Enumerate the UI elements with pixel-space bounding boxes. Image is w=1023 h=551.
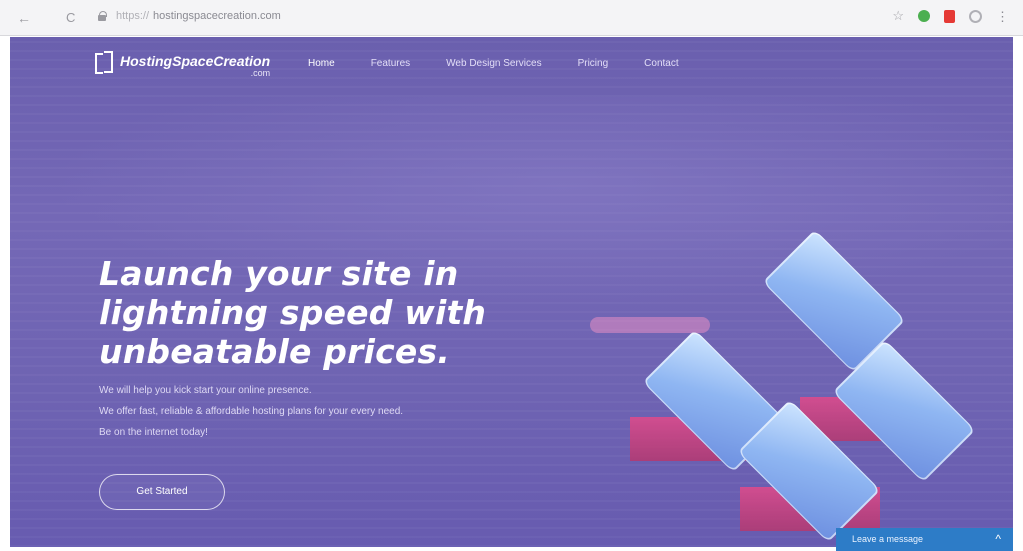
site-nav: Home Features Web Design Services Pricin… — [308, 58, 715, 69]
nav-pricing[interactable]: Pricing — [578, 58, 609, 69]
extension-icon[interactable] — [918, 10, 930, 22]
hero-subtext: We will help you kick start your online … — [99, 380, 403, 443]
browser-toolbar: ← C https://hostingspacecreation.com ☆ ⋮ — [0, 0, 1023, 36]
logo-text: HostingSpaceCreation .com — [120, 53, 271, 78]
back-arrow-icon[interactable]: ← — [17, 9, 31, 27]
get-started-button[interactable]: Get Started — [99, 474, 225, 510]
logo-domain: .com — [250, 68, 271, 78]
nav-contact[interactable]: Contact — [644, 58, 678, 69]
subtext-line: We offer fast, reliable & affordable hos… — [99, 406, 404, 417]
url-scheme: https:// — [116, 10, 150, 22]
extension-icon[interactable] — [944, 9, 955, 23]
logo-name: HostingSpaceCreation — [120, 53, 271, 69]
lock-icon — [98, 11, 107, 21]
url-host: hostingspacecreation.com — [153, 10, 281, 22]
chat-label: Leave a message — [852, 534, 924, 544]
server-illustration — [570, 217, 1010, 547]
headline-line: Launch your site in — [99, 254, 459, 293]
star-icon[interactable]: ☆ — [892, 8, 904, 24]
nav-web-design-services[interactable]: Web Design Services — [446, 58, 541, 69]
headline-line: unbeatable prices. — [99, 332, 451, 371]
site-logo[interactable]: HostingSpaceCreation .com — [95, 51, 271, 78]
address-bar[interactable]: https://hostingspacecreation.com — [116, 10, 281, 22]
menu-icon[interactable]: ⋮ — [996, 10, 1009, 23]
nav-features[interactable]: Features — [371, 58, 410, 69]
subtext-line: Be on the internet today! — [99, 427, 208, 438]
profile-icon[interactable] — [969, 9, 982, 23]
leave-message-widget[interactable]: Leave a message ^ — [836, 528, 1013, 551]
subtext-line: We will help you kick start your online … — [99, 385, 312, 396]
browser-actions: ☆ ⋮ — [892, 8, 1009, 24]
reload-icon[interactable]: C — [66, 9, 75, 27]
hero-section: HostingSpaceCreation .com Home Features … — [10, 37, 1013, 547]
chevron-up-icon[interactable]: ^ — [995, 528, 1001, 551]
headline-line: lightning speed with — [99, 293, 487, 332]
logo-mark-icon — [95, 51, 115, 74]
hero-headline: Launch your site in lightning speed with… — [99, 254, 619, 371]
nav-home[interactable]: Home — [308, 58, 335, 69]
